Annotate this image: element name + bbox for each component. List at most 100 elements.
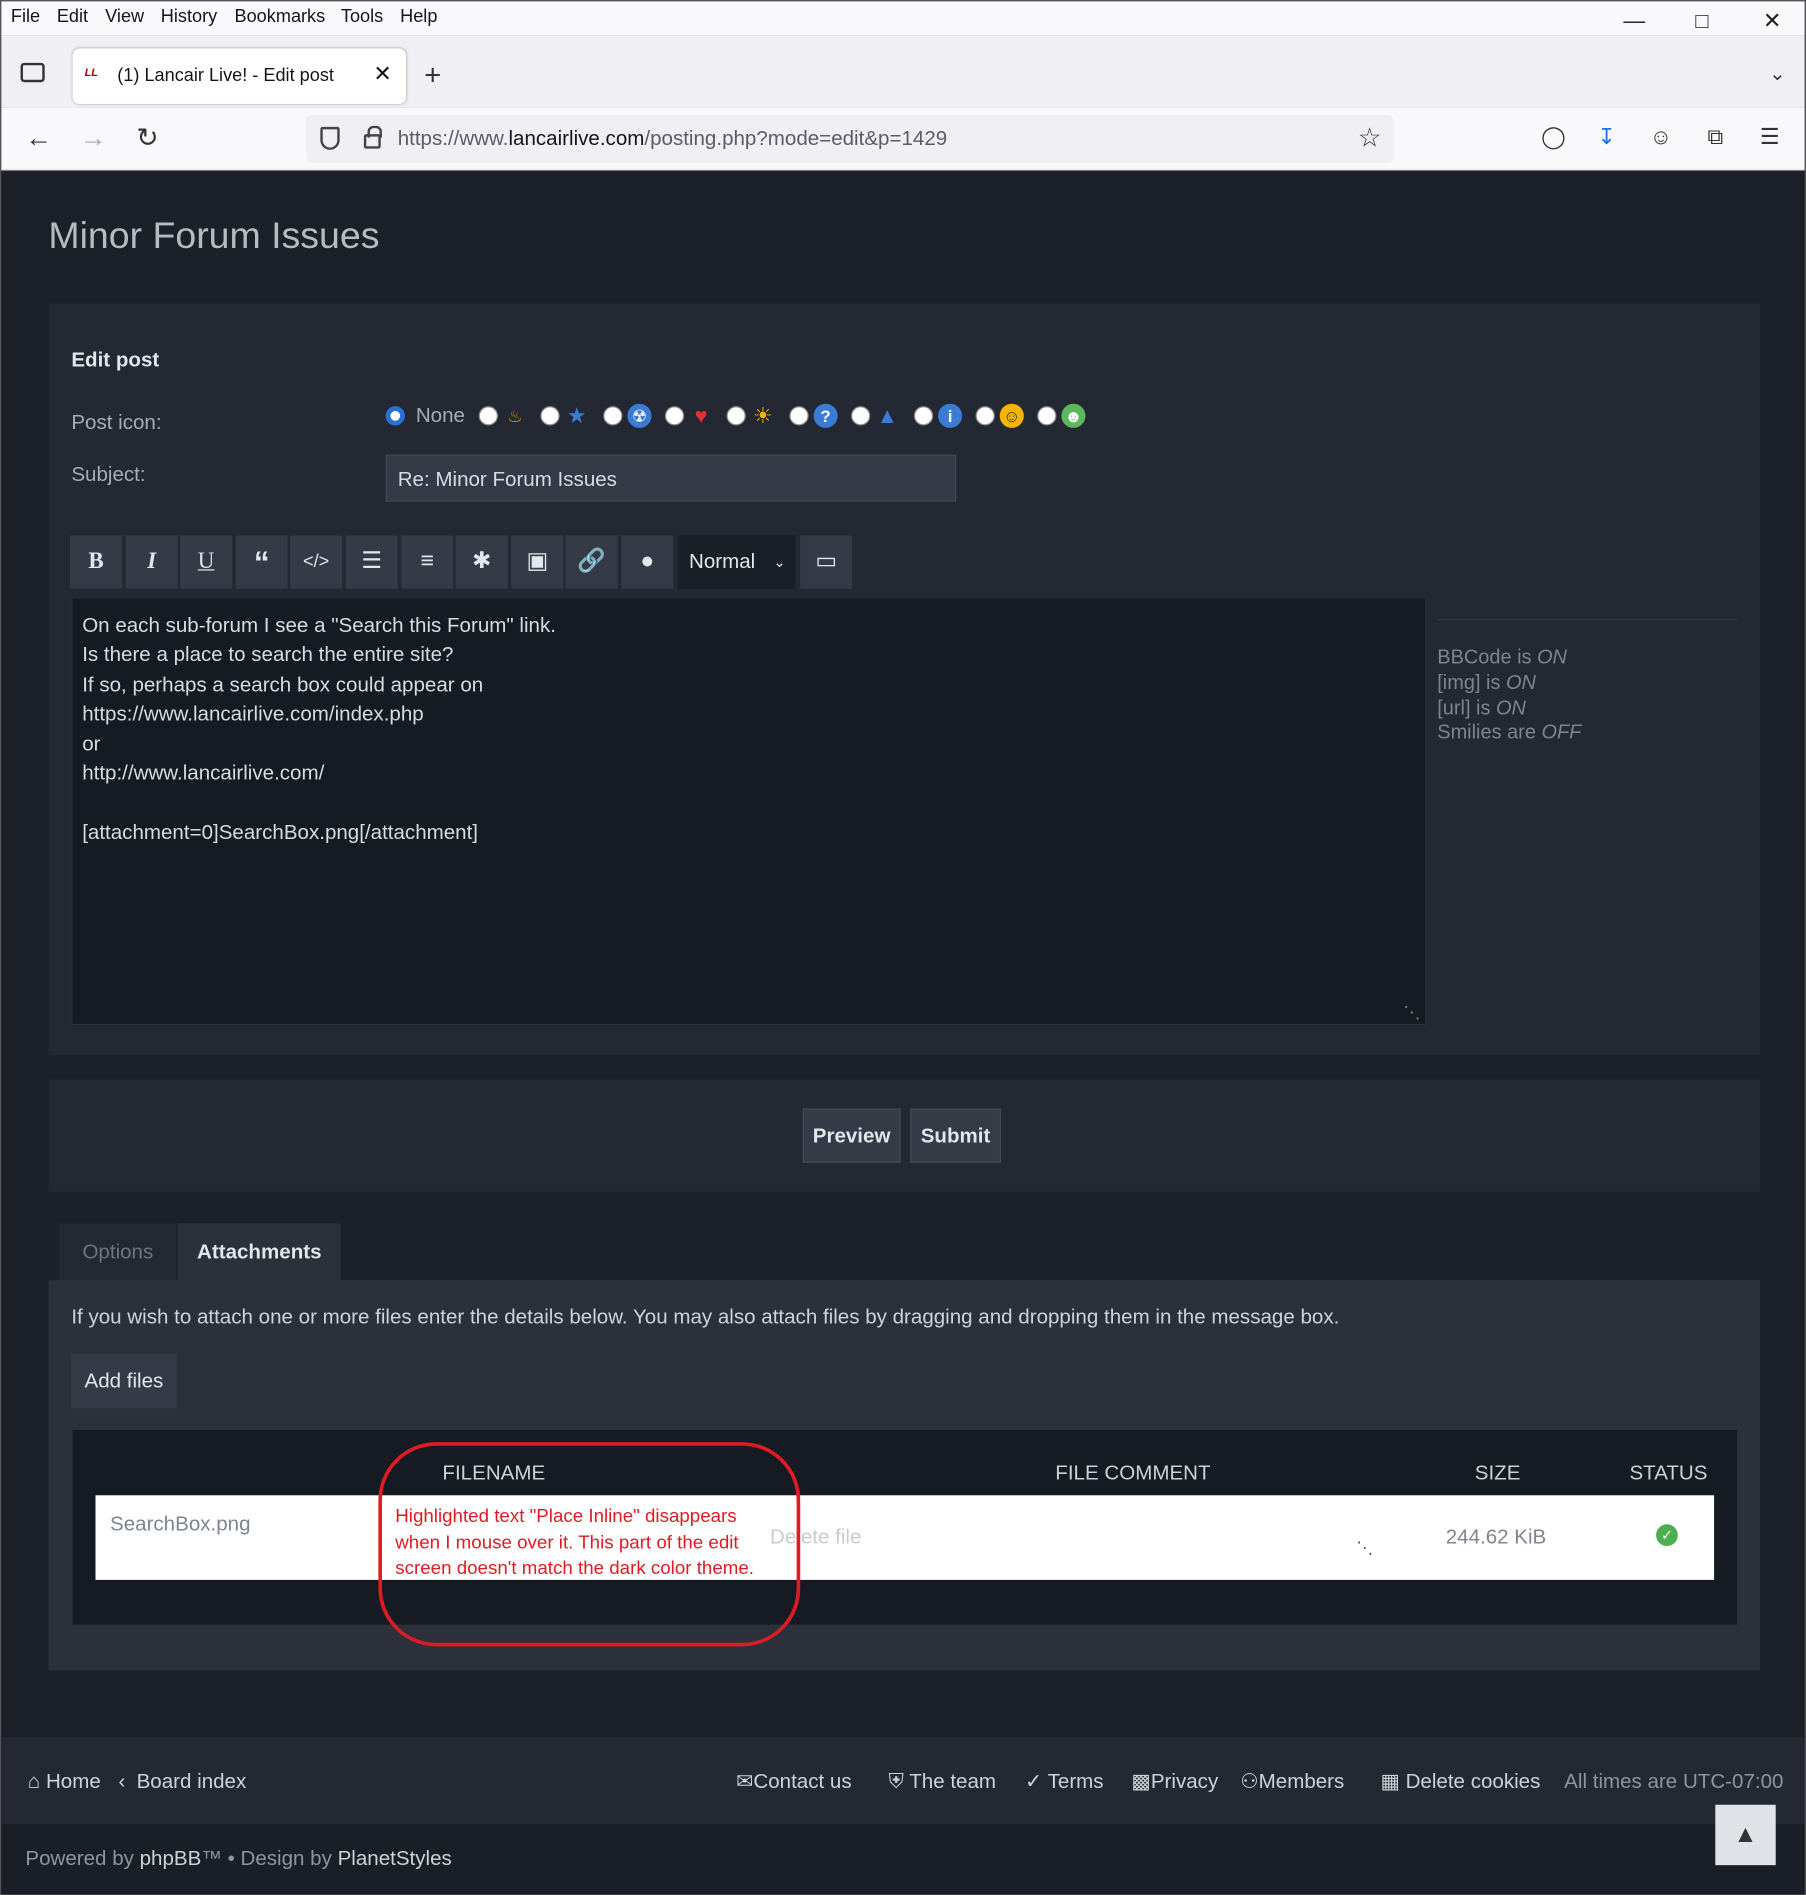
account-icon[interactable]: ☺ — [1648, 125, 1675, 152]
post-icon-radio[interactable] — [726, 406, 746, 426]
fire-icon: ♨ — [507, 406, 523, 426]
menu-bookmarks[interactable]: Bookmarks — [235, 6, 326, 27]
link-icon: 🔗 — [577, 548, 607, 575]
menu-help[interactable]: Help — [400, 6, 437, 27]
color-button[interactable]: ● — [621, 535, 674, 589]
font-size-select[interactable]: Normal ⌄ — [678, 535, 796, 589]
menu-history[interactable]: History — [161, 6, 217, 27]
terms-link[interactable]: ✓ Terms — [1025, 1770, 1104, 1794]
lock-icon[interactable] — [363, 125, 382, 149]
url-text[interactable]: https://www.lancairlive.com/posting.php?… — [398, 127, 947, 151]
timezone-info: All times are UTC-07:00 — [1564, 1769, 1784, 1793]
monitor-icon: ▭ — [815, 548, 838, 575]
menu-file[interactable]: File — [11, 6, 40, 27]
comment-resize-icon[interactable]: ⋱ — [1356, 1538, 1373, 1559]
post-icon-radio[interactable] — [664, 406, 685, 426]
subject-input[interactable]: Re: Minor Forum Issues — [385, 454, 957, 502]
underline-button[interactable]: U — [180, 535, 233, 589]
annotation-line: when I mouse over it. This part of the e… — [395, 1532, 739, 1553]
post-icon-radio[interactable] — [1037, 406, 1057, 426]
sun-icon: ☀ — [752, 403, 773, 428]
img-label: [img] is — [1437, 671, 1506, 694]
resize-handle-icon[interactable]: ⋱ — [1403, 1002, 1420, 1023]
home-link[interactable]: ⌂ Home — [28, 1770, 101, 1794]
url-value: ON — [1496, 696, 1526, 719]
list-icon: ☰ — [361, 548, 382, 575]
annotation-line: screen doesn't match the dark color them… — [395, 1558, 754, 1579]
link-button[interactable]: 🔗 — [565, 535, 618, 589]
column-header-comment: FILE COMMENT — [1055, 1461, 1211, 1485]
bookmark-star-icon[interactable]: ☆ — [1358, 122, 1382, 153]
tab-list-icon[interactable] — [20, 62, 45, 83]
phpbb-link[interactable]: phpBB — [140, 1847, 202, 1870]
home-icon: ⌂ — [27, 1769, 41, 1793]
bold-button[interactable]: B — [70, 535, 123, 589]
powered-by: Powered by phpBB™ • Design by PlanetStyl… — [25, 1847, 451, 1871]
app-menu-icon[interactable]: ☰ — [1756, 125, 1783, 152]
tab-attachments[interactable]: Attachments — [177, 1223, 341, 1281]
forward-icon[interactable]: → — [75, 122, 111, 153]
back-to-top-button[interactable]: ▲ — [1715, 1804, 1776, 1866]
browser-tab[interactable]: LL (1) Lancair Live! - Edit post ✕ — [72, 48, 407, 104]
team-link[interactable]: ⛨ The team — [888, 1770, 996, 1794]
page-title[interactable]: Minor Forum Issues — [48, 214, 379, 258]
download-icon[interactable]: ↧ — [1593, 125, 1620, 152]
privacy-link[interactable]: ▩Privacy — [1131, 1770, 1218, 1794]
message-line: Is there a place to search the entire si… — [82, 643, 454, 667]
menu-view[interactable]: View — [105, 6, 144, 27]
reload-icon[interactable]: ↻ — [129, 122, 165, 153]
message-line: http://www.lancairlive.com/ — [82, 761, 325, 785]
minimize-icon[interactable]: — — [1616, 8, 1652, 33]
url-label: [url] is — [1437, 696, 1497, 719]
maximize-icon[interactable]: □ — [1684, 8, 1720, 33]
url-bar[interactable]: https://www.lancairlive.com/posting.php?… — [305, 114, 1394, 164]
contact-label: Contact us — [753, 1769, 852, 1793]
quote-button[interactable]: “ — [235, 535, 288, 589]
contact-link[interactable]: ✉Contact us — [736, 1770, 851, 1794]
tab-options[interactable]: Options — [59, 1223, 177, 1281]
navigation-bar: ← → ↻ https://www.lancairlive.com/postin… — [1, 107, 1805, 171]
numbered-list-button[interactable]: ≡ — [401, 535, 454, 589]
bbcode-label: BBCode is — [1437, 646, 1538, 669]
trash-icon: ▦ — [1380, 1769, 1400, 1793]
code-button[interactable]: </> — [290, 535, 343, 589]
menu-edit[interactable]: Edit — [57, 6, 88, 27]
submit-button[interactable]: Submit — [910, 1108, 1001, 1163]
favicon-icon: LL — [84, 66, 98, 79]
members-link[interactable]: ⚇Members — [1240, 1770, 1344, 1794]
post-icon-radio[interactable] — [789, 406, 809, 426]
tab-close-icon[interactable]: ✕ — [373, 62, 391, 87]
menu-tools[interactable]: Tools — [341, 6, 383, 27]
list-item-button[interactable]: ✱ — [455, 535, 508, 589]
new-tab-icon[interactable]: + — [424, 59, 441, 93]
designer-link[interactable]: PlanetStyles — [338, 1847, 452, 1870]
message-textarea[interactable]: On each sub-forum I see a "Search this F… — [71, 597, 1427, 1026]
close-window-icon[interactable]: ✕ — [1754, 8, 1790, 33]
browser-window: File Edit View History Bookmarks Tools H… — [0, 0, 1806, 1895]
post-icon-radio[interactable] — [478, 406, 499, 426]
italic-button[interactable]: I — [125, 535, 178, 589]
delete-cookies-link[interactable]: ▦ Delete cookies — [1380, 1770, 1540, 1794]
post-icon-radio[interactable] — [540, 406, 560, 426]
post-icon-radio[interactable] — [975, 406, 995, 426]
post-icon-radio[interactable] — [913, 406, 934, 426]
post-icon-radio[interactable] — [603, 406, 623, 426]
img-status-line: [img] is ON — [1437, 671, 1581, 696]
shield-icon[interactable] — [320, 126, 340, 150]
grin-icon: ☻ — [1061, 403, 1086, 428]
add-files-button[interactable]: Add files — [71, 1353, 177, 1409]
extensions-icon[interactable]: ⧉ — [1702, 125, 1729, 152]
image-button[interactable]: ▣ — [511, 535, 564, 589]
preview-toggle-button[interactable]: ▭ — [800, 535, 853, 589]
preview-button[interactable]: Preview — [802, 1108, 901, 1163]
post-icon-radio[interactable] — [850, 406, 871, 426]
board-index-link[interactable]: Board index — [137, 1770, 247, 1794]
chevron-down-icon[interactable]: ⌄ — [1769, 62, 1785, 86]
attachment-filename[interactable]: SearchBox.png — [110, 1512, 251, 1536]
pocket-icon[interactable]: ◯ — [1540, 125, 1567, 152]
list-button[interactable]: ☰ — [345, 535, 398, 589]
code-icon: </> — [302, 551, 330, 572]
image-icon: ▣ — [526, 548, 549, 575]
back-icon[interactable]: ← — [21, 122, 57, 153]
post-icon-radio-none[interactable] — [385, 406, 405, 426]
